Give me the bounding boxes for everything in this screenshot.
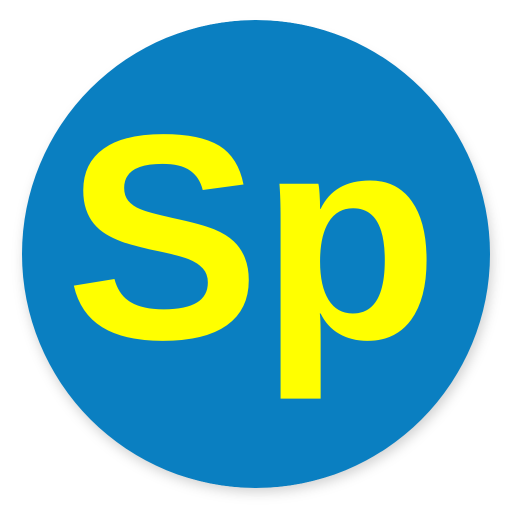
- monogram-text: Sp: [65, 74, 438, 402]
- monogram-svg: Sp: [22, 20, 490, 488]
- sp-monogram-icon[interactable]: Sp: [20, 20, 492, 488]
- icon-canvas: Sp: [0, 0, 512, 512]
- monogram: Sp: [20, 20, 492, 488]
